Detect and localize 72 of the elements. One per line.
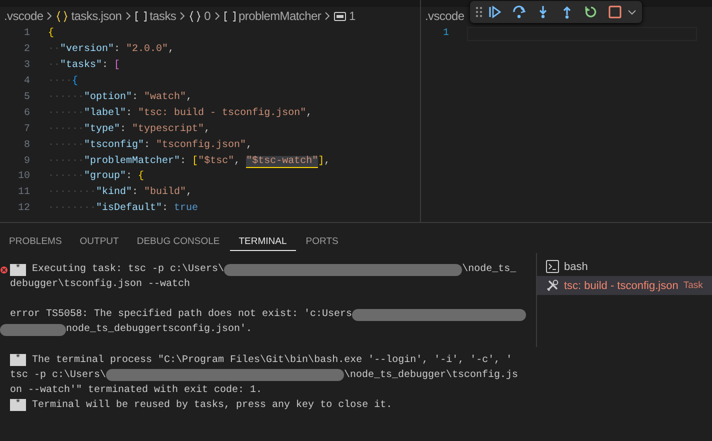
code-line: ········"isDefault": true [48, 203, 198, 214]
code-line: ····{ [48, 76, 78, 88]
line-number: 1 [442, 28, 450, 40]
drag-handle-icon[interactable] [476, 7, 482, 17]
code-line: ······"option": "watch", [48, 92, 192, 103]
terminal-text: Terminal will be reused by tasks, press any key to close it. [31, 400, 392, 411]
chevron-icon [179, 11, 186, 21]
code-line: ······"type": "typescript", [48, 124, 210, 135]
breadcrumb-item[interactable]: 1 [334, 9, 356, 23]
tools-icon [546, 279, 559, 292]
code-line: ··"version": "2.0.0", [48, 44, 174, 56]
code-line: ··"tasks": [ [48, 60, 120, 72]
line-number: 2 [22, 44, 31, 56]
panel-tab[interactable]: TERMINAL [230, 230, 296, 251]
step-over-icon [512, 5, 526, 19]
terminal-text: Executing task: tsc -p c:\Users\ [31, 264, 224, 276]
code-line: ······"problemMatcher": ["$tsc", "$tsc-watch"], [48, 156, 330, 167]
task-marker: * [10, 354, 26, 366]
panel-tab[interactable]: PORTS [296, 230, 348, 251]
breadcrumb-item[interactable]: tasks.json [56, 9, 122, 23]
panel-tab[interactable]: DEBUG CONSOLE [128, 230, 229, 251]
braces-icon [189, 10, 202, 22]
continue-icon [488, 5, 502, 19]
braces-icon [56, 10, 68, 22]
line-number: 3 [22, 60, 31, 72]
code-line: ········"kind": "build", [48, 187, 192, 198]
terminal-text: on --watch'" terminated with exit code: 1. [10, 384, 262, 396]
chevron-down-icon[interactable] [628, 10, 636, 14]
redaction-bar [0, 324, 66, 336]
code-line: ······"tsconfig": "tsconfig.json", [48, 140, 252, 151]
stop-icon [608, 5, 622, 19]
terminal-text: The terminal process "C:\Program Files\Git\bin\bash.exe '--login', '-i', '-c', ' [31, 354, 512, 366]
line-number: 4 [22, 76, 31, 88]
breadcrumb-item[interactable]: tasks [134, 9, 176, 23]
terminal-list-item[interactable]: tsc: build - tsconfig.json Task [537, 276, 712, 295]
panel-tab[interactable]: OUTPUT [70, 230, 128, 251]
task-tag: Task [683, 280, 703, 291]
terminal-text: error TS5058: The specified path does not exist: 'c:Users [10, 309, 352, 320]
restart-icon [584, 5, 598, 19]
terminal-text: tsc -p c:\Users\ [10, 370, 106, 381]
line-number: 12 [16, 203, 31, 214]
line-number: 10 [16, 171, 31, 182]
line-number: 1 [22, 28, 31, 40]
chevron-icon [124, 11, 132, 21]
terminal-text: node_ts_debuggertsconfig.json'. [66, 324, 252, 336]
line-number: 5 [22, 92, 31, 103]
chevron-icon [324, 11, 332, 21]
brackets-icon [224, 10, 236, 22]
terminal-icon [546, 260, 559, 273]
line-number: 11 [16, 187, 31, 198]
terminal-text: \node_ts_ [462, 264, 516, 276]
line-number: 7 [22, 124, 31, 135]
chevron-icon [46, 11, 54, 21]
text-icon [334, 10, 346, 22]
chevron-icon [214, 11, 221, 21]
code-line: ······"label": "tsc: build - tsconfig.json", [48, 108, 312, 119]
breadcrumb-item[interactable]: .vscode [4, 9, 44, 23]
terminal-list-item[interactable]: bash [537, 257, 712, 276]
code-line: ······"group": { [48, 171, 144, 182]
breadcrumb-item[interactable]: .vscode [425, 9, 464, 23]
task-marker: * [10, 399, 26, 412]
task-marker: * [10, 264, 26, 276]
code-line: { [48, 28, 54, 40]
terminal-text: debugger\tsconfig.json --watch [10, 279, 190, 290]
brackets-icon [134, 10, 147, 22]
panel-tab[interactable]: PROBLEMS [0, 230, 71, 251]
line-number: 8 [22, 140, 31, 151]
line-number: 9 [22, 156, 31, 167]
terminal-text: \node_ts_debugger\tsconfig.js [344, 370, 518, 381]
breadcrumb-item[interactable]: 0 [189, 9, 211, 23]
breadcrumb-item[interactable]: problemMatcher [224, 9, 322, 23]
line-number: 6 [22, 108, 31, 119]
